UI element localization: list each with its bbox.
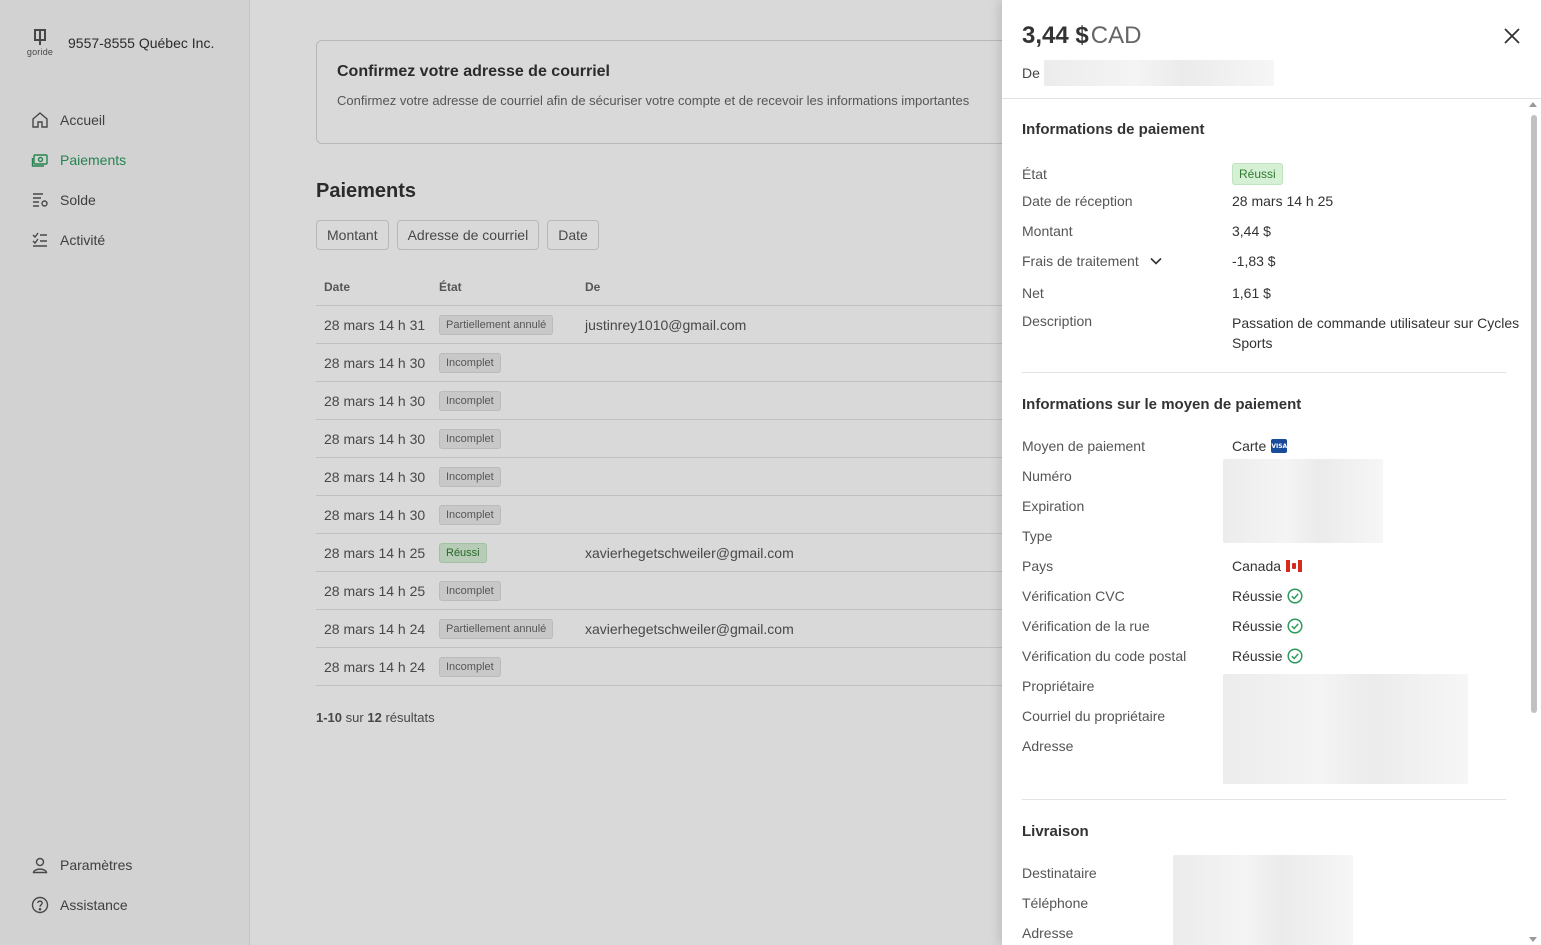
scroll-up-arrow-icon[interactable] <box>1529 102 1537 107</box>
drawer-currency: CAD <box>1090 22 1142 49</box>
scroll-down-arrow-icon[interactable] <box>1529 937 1537 942</box>
visa-card-icon: VISA <box>1271 439 1288 453</box>
redacted-shipping-details <box>1173 855 1353 945</box>
status-row: État Réussi <box>1022 161 1522 187</box>
description-row: Description Passation de commande utilis… <box>1022 313 1522 353</box>
drawer-from-label: De <box>1022 65 1040 81</box>
cvc-row: Vérification CVC Réussie <box>1022 586 1522 606</box>
status-label: État <box>1022 166 1047 182</box>
amount-label: Montant <box>1022 223 1073 239</box>
street-row: Vérification de la rue Réussie <box>1022 616 1522 636</box>
section-title: Livraison <box>1022 823 1089 840</box>
drawer-amount-value: 3,44 $ <box>1022 22 1089 49</box>
country-label: Pays <box>1022 558 1054 574</box>
postal-label: Vérification du code postal <box>1022 648 1187 664</box>
payment-detail-drawer: 3,44 $CAD De Informations de paiement Ét… <box>1002 0 1541 945</box>
drawer-amount: 3,44 $CAD <box>1022 22 1141 50</box>
net-label: Net <box>1022 285 1044 301</box>
description-label: Description <box>1022 313 1093 329</box>
description-value: Passation de commande utilisateur sur Cy… <box>1232 315 1520 351</box>
redacted-sender <box>1043 60 1274 86</box>
divider <box>1022 799 1506 800</box>
section-title: Informations de paiement <box>1022 121 1205 138</box>
method-label: Moyen de paiement <box>1022 438 1145 454</box>
method-row: Moyen de paiement Carte VISA <box>1022 436 1522 456</box>
check-circle-icon <box>1287 648 1303 664</box>
section-title: Informations sur le moyen de paiement <box>1022 396 1302 413</box>
net-row: Net 1,61 $ <box>1022 283 1522 303</box>
payment-method-section: Informations sur le moyen de paiement Mo… <box>1022 396 1506 784</box>
cvc-label: Vérification CVC <box>1022 588 1125 604</box>
chevron-down-icon[interactable] <box>1149 254 1163 268</box>
drawer-header: 3,44 $CAD De <box>1002 0 1541 99</box>
status-badge: Réussi <box>1232 163 1283 185</box>
close-icon <box>1504 28 1520 44</box>
cvc-value: Réussie <box>1232 588 1283 604</box>
postal-value: Réussie <box>1232 648 1283 664</box>
street-label: Vérification de la rue <box>1022 618 1150 634</box>
owner-email-label: Courriel du propriétaire <box>1022 708 1166 724</box>
fees-row[interactable]: Frais de traitement -1,83 $ <box>1022 251 1522 271</box>
divider <box>1022 372 1506 373</box>
received-value: 28 mars 14 h 25 <box>1232 193 1334 209</box>
close-button[interactable] <box>1501 25 1523 47</box>
received-row: Date de réception 28 mars 14 h 25 <box>1022 191 1522 211</box>
check-circle-icon <box>1287 618 1303 634</box>
owner-address-label: Adresse <box>1022 738 1074 754</box>
amount-value: 3,44 $ <box>1232 223 1271 239</box>
postal-row: Vérification du code postal Réussie <box>1022 646 1522 666</box>
redacted-owner-details <box>1223 674 1468 784</box>
street-value: Réussie <box>1232 618 1283 634</box>
method-value: Carte <box>1232 438 1267 454</box>
country-value: Canada <box>1232 558 1282 574</box>
country-row: Pays Canada <box>1022 556 1522 576</box>
drawer-from: De <box>1022 60 1274 86</box>
expiration-label: Expiration <box>1022 498 1085 514</box>
scrollbar-thumb[interactable] <box>1531 115 1537 713</box>
check-circle-icon <box>1287 588 1303 604</box>
owner-label: Propriétaire <box>1022 678 1095 694</box>
redacted-card-details <box>1223 459 1383 543</box>
amount-row: Montant 3,44 $ <box>1022 221 1522 241</box>
drawer-body[interactable]: Informations de paiement État Réussi Dat… <box>1002 99 1541 945</box>
net-value: 1,61 $ <box>1232 285 1271 301</box>
fees-value: -1,83 $ <box>1232 253 1276 269</box>
canada-flag-icon <box>1286 560 1303 572</box>
payment-info-section: Informations de paiement État Réussi Dat… <box>1022 121 1519 351</box>
shipping-section: Livraison Destinataire Téléphone Adresse <box>1022 823 1506 945</box>
fees-label: Frais de traitement <box>1022 253 1139 269</box>
number-label: Numéro <box>1022 468 1072 484</box>
type-label: Type <box>1022 528 1053 544</box>
received-label: Date de réception <box>1022 193 1133 209</box>
